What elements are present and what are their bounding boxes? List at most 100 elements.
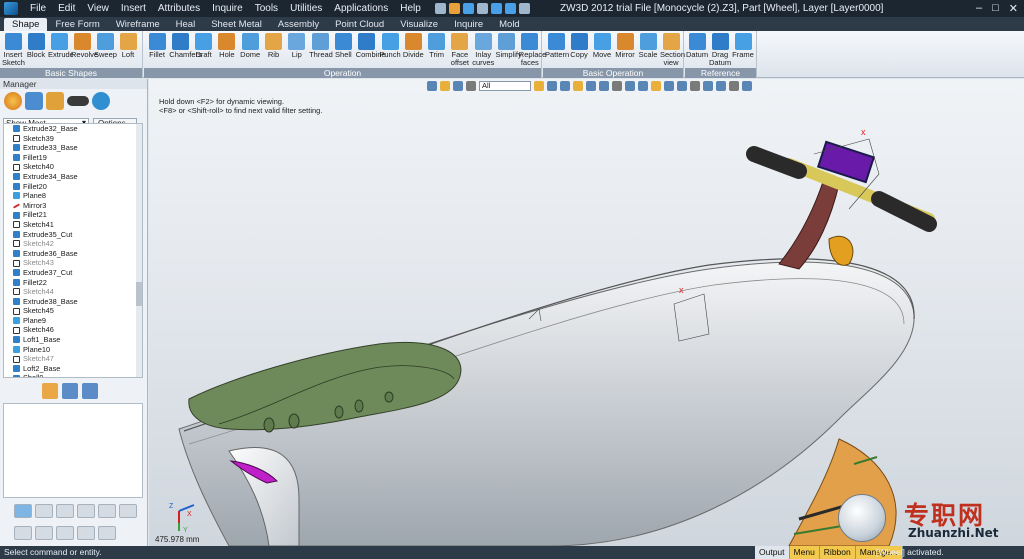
ribbon-button-pattern[interactable]: Pattern xyxy=(545,33,569,59)
menu-help[interactable]: Help xyxy=(394,3,427,14)
ribbon-button-scale[interactable]: Scale xyxy=(637,33,659,59)
3d-viewport[interactable]: x x All Hold down <F2> for dynamic viewi… xyxy=(149,79,1024,546)
render-icon[interactable] xyxy=(664,81,674,91)
app-logo-icon[interactable] xyxy=(4,2,18,15)
menu-tools[interactable]: Tools xyxy=(249,3,284,14)
tab-shape[interactable]: Shape xyxy=(4,18,48,31)
select-icon[interactable] xyxy=(440,81,450,91)
tab-menu[interactable]: Menu xyxy=(789,546,820,559)
print-icon[interactable] xyxy=(476,3,488,14)
color-icon[interactable] xyxy=(742,81,752,91)
selection-filter-input[interactable]: All xyxy=(479,81,531,91)
ribbon-button-move[interactable]: Move xyxy=(591,33,613,59)
history-item[interactable]: Shell9 xyxy=(4,373,142,377)
ribbon-button-block[interactable]: Block xyxy=(25,33,47,59)
zoom-icon[interactable] xyxy=(560,81,570,91)
history-item[interactable]: Sketch40 xyxy=(4,162,142,172)
history-item[interactable]: Extrude33_Base xyxy=(4,143,142,153)
menu-insert[interactable]: Insert xyxy=(115,3,152,14)
pencil-icon[interactable] xyxy=(35,526,53,540)
history-item[interactable]: Sketch39 xyxy=(4,134,142,144)
redo-icon[interactable] xyxy=(504,3,516,14)
tab-free-form[interactable]: Free Form xyxy=(47,18,107,31)
tab-assembly[interactable]: Assembly xyxy=(270,18,327,31)
light-icon[interactable] xyxy=(651,81,661,91)
tool-icon[interactable] xyxy=(46,92,64,110)
scrollbar-thumb[interactable] xyxy=(136,282,142,306)
history-manager-icon[interactable] xyxy=(4,92,22,110)
maximize-button[interactable]: □ xyxy=(992,2,999,15)
ribbon-button-shell[interactable]: Shell xyxy=(332,33,354,59)
assembly-manager-icon[interactable] xyxy=(25,92,43,110)
section-icon[interactable] xyxy=(612,81,622,91)
sheet-icon[interactable] xyxy=(98,526,116,540)
rotate-icon[interactable] xyxy=(625,81,635,91)
ribbon-button-face-offset[interactable]: Face offset xyxy=(449,33,471,67)
step-icon[interactable] xyxy=(56,504,74,518)
tab-visualize[interactable]: Visualize xyxy=(392,18,446,31)
minimize-button[interactable]: – xyxy=(976,2,982,15)
history-item[interactable]: Fillet21 xyxy=(4,210,142,220)
command-input-area[interactable] xyxy=(3,403,143,498)
history-item[interactable]: Extrude32_Base xyxy=(4,124,142,134)
history-item[interactable]: Sketch46 xyxy=(4,325,142,335)
ribbon-button-extrude[interactable]: Extrude xyxy=(48,33,74,59)
undo-icon[interactable] xyxy=(490,3,502,14)
history-item[interactable]: Sketch44 xyxy=(4,287,142,297)
snap-icon[interactable] xyxy=(453,81,463,91)
ribbon-button-rib[interactable]: Rib xyxy=(263,33,285,59)
line-style-icon[interactable] xyxy=(729,81,739,91)
tree-view-icon[interactable] xyxy=(42,383,58,399)
save-icon[interactable] xyxy=(462,3,474,14)
layer-icon[interactable] xyxy=(703,81,713,91)
history-item[interactable]: Plane8 xyxy=(4,191,142,201)
history-item[interactable]: Sketch42 xyxy=(4,239,142,249)
shading-icon[interactable] xyxy=(573,81,583,91)
menu-applications[interactable]: Applications xyxy=(328,3,394,14)
ribbon-button-loft[interactable]: Loft xyxy=(117,33,139,59)
ribbon-button-fillet[interactable]: Fillet xyxy=(146,33,168,59)
hidden-line-icon[interactable] xyxy=(599,81,609,91)
ribbon-button-thread[interactable]: Thread xyxy=(309,33,333,59)
ribbon-button-frame[interactable]: Frame xyxy=(732,33,754,59)
hierarchy-view-icon[interactable] xyxy=(82,383,98,399)
open-file-icon[interactable] xyxy=(448,3,460,14)
history-item[interactable]: Plane10 xyxy=(4,345,142,355)
new-file-icon[interactable] xyxy=(434,3,446,14)
history-item[interactable]: Fillet20 xyxy=(4,182,142,192)
ribbon-button-draft[interactable]: Draft xyxy=(193,33,215,59)
ribbon-button-punch[interactable]: Punch xyxy=(379,33,401,59)
history-item[interactable]: Extrude37_Cut xyxy=(4,268,142,278)
ribbon-button-datum[interactable]: Datum xyxy=(686,33,708,59)
list-view-icon[interactable] xyxy=(62,383,78,399)
ribbon-button-dome[interactable]: Dome xyxy=(239,33,261,59)
ribbon-button-chamfers[interactable]: Chamfers xyxy=(169,33,202,59)
history-item[interactable]: Sketch47 xyxy=(4,354,142,364)
history-item[interactable]: Mirror3 xyxy=(4,201,142,211)
ribbon-button-inlay-curves[interactable]: Inlay curves xyxy=(472,33,494,67)
history-item[interactable]: Fillet22 xyxy=(4,278,142,288)
close-button[interactable]: ✕ xyxy=(1009,2,1018,15)
history-item[interactable]: Extrude38_Base xyxy=(4,297,142,307)
history-item[interactable]: Sketch43 xyxy=(4,258,142,268)
menu-inquire[interactable]: Inquire xyxy=(206,3,249,14)
ribbon-button-revolve[interactable]: Revolve xyxy=(71,33,98,59)
history-item[interactable]: Extrude34_Base xyxy=(4,172,142,182)
menu-attributes[interactable]: Attributes xyxy=(152,3,206,14)
ribbon-button-trim[interactable]: Trim xyxy=(426,33,448,59)
history-item[interactable]: Plane9 xyxy=(4,316,142,326)
filter-icon[interactable] xyxy=(534,81,544,91)
glasses-icon[interactable] xyxy=(67,96,89,106)
history-item[interactable]: Sketch41 xyxy=(4,220,142,230)
play-icon[interactable] xyxy=(14,504,32,518)
ribbon-button-section-view[interactable]: Section view xyxy=(660,33,685,67)
ribbon-button-insert-sketch[interactable]: Insert Sketch xyxy=(2,33,25,67)
ribbon-button-replace-faces[interactable]: Replace faces xyxy=(519,33,546,67)
tab-ribbon[interactable]: Ribbon xyxy=(819,546,856,559)
ribbon-button-lip[interactable]: Lip xyxy=(286,33,308,59)
ribbon-button-mirror[interactable]: Mirror xyxy=(614,33,636,59)
history-item[interactable]: Extrude35_Cut xyxy=(4,230,142,240)
history-item[interactable]: Loft1_Base xyxy=(4,335,142,345)
ribbon-button-divide[interactable]: Divide xyxy=(402,33,424,59)
skip-back-icon[interactable] xyxy=(119,504,137,518)
